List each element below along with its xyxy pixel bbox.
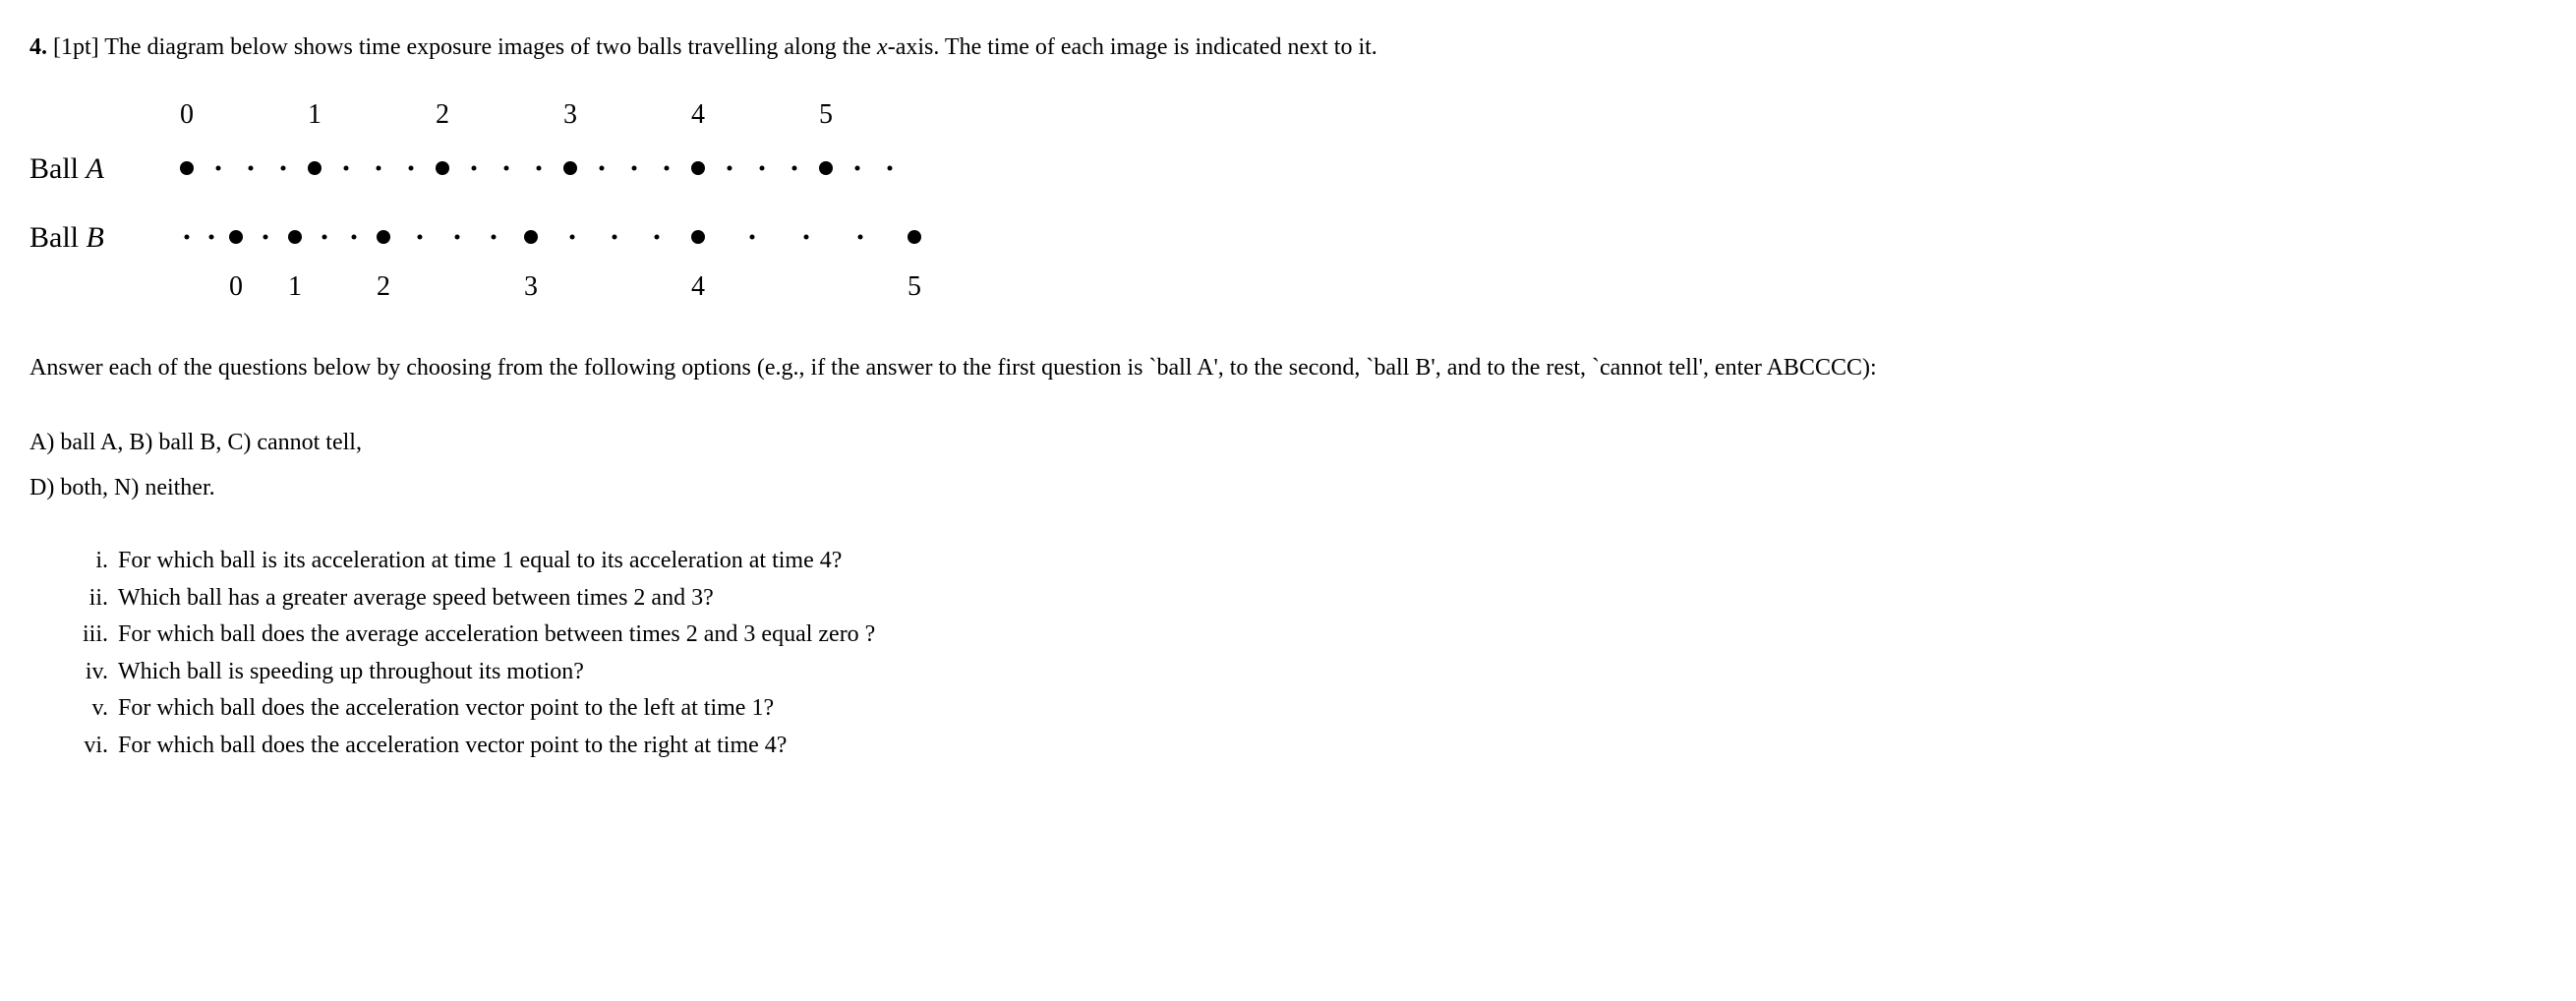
question-number: 4. [29,34,47,60]
ball-a-pos-4 [691,161,705,175]
time-label-a-3: 3 [563,94,577,136]
time-label-a-4: 4 [691,94,705,136]
question-item-3: iii. For which ball does the average acc… [59,618,2547,652]
small-dot [281,166,286,171]
small-dot [655,235,660,240]
small-dot [409,166,414,171]
small-dot [209,235,214,240]
small-dot [858,235,863,240]
small-dot [455,235,460,240]
small-dot [472,166,477,171]
roman-numeral: vi. [59,730,118,763]
small-dot [888,166,893,171]
options-line-1: A) ball A, B) ball B, C) cannot tell, [29,425,2547,460]
small-dot [728,166,732,171]
small-dot [760,166,765,171]
time-label-a-1: 1 [308,94,322,136]
small-dot [750,235,755,240]
question-text: For which ball does the average accelera… [118,618,2547,652]
small-dot [216,166,221,171]
small-dot [570,235,575,240]
small-dot [344,166,349,171]
time-label-b-5: 5 [907,266,921,306]
question-text: For which ball does the acceleration vec… [118,730,2547,763]
time-label-b-4: 4 [691,266,705,306]
question-text: For which ball does the acceleration vec… [118,692,2547,726]
ball-a-pos-0 [180,161,194,175]
ball-b-pos-3 [524,230,538,244]
time-label-b-0: 0 [229,266,243,306]
ball-a-pos-1 [308,161,322,175]
question-item-6: vi. For which ball does the acceleration… [59,730,2547,763]
ball-a-pos-3 [563,161,577,175]
question-header: 4. [1pt] The diagram below shows time ex… [29,29,2547,65]
ball-b-pos-0 [229,230,243,244]
roman-numeral: i. [59,545,118,578]
question-item-4: iv. Which ball is speeding up throughout… [59,656,2547,689]
small-dot [263,235,268,240]
roman-numeral: iv. [59,656,118,689]
ball-b-pos-2 [377,230,390,244]
time-labels-row-a: 0 1 2 3 4 5 [29,94,2547,144]
small-dot [855,166,860,171]
roman-numeral: ii. [59,582,118,616]
ball-b-label: Ball B [29,215,187,260]
question-points: [1pt] [53,34,99,60]
small-dot [185,235,190,240]
small-dot [249,166,254,171]
small-dot [804,235,809,240]
small-dot [352,235,357,240]
ball-a-row: Ball A [29,144,2547,193]
question-item-5: v. For which ball does the acceleration … [59,692,2547,726]
time-labels-b: 0 1 2 3 4 5 [187,266,2547,306]
small-dot [418,235,423,240]
motion-diagram: 0 1 2 3 4 5 Ball A [29,94,2547,311]
answer-options: A) ball A, B) ball B, C) cannot tell, D)… [29,425,2547,505]
question-text: For which ball is its acceleration at ti… [118,545,2547,578]
ball-a-pos-2 [436,161,449,175]
question-item-2: ii. Which ball has a greater average spe… [59,582,2547,616]
roman-numeral: v. [59,692,118,726]
x-axis-var: x [877,34,888,60]
questions-list: i. For which ball is its acceleration at… [59,545,2547,763]
small-dot [504,166,509,171]
time-label-a-5: 5 [819,94,833,136]
ball-b-pos-5 [907,230,921,244]
roman-numeral: iii. [59,618,118,652]
small-dot [377,166,381,171]
options-line-2: D) both, N) neither. [29,470,2547,505]
instructions-text: Answer each of the questions below by ch… [29,350,2547,385]
ball-b-pos-4 [691,230,705,244]
time-label-a-2: 2 [436,94,449,136]
ball-b-pos-1 [288,230,302,244]
time-label-b-3: 3 [524,266,538,306]
question-text: Which ball is speeding up throughout its… [118,656,2547,689]
small-dot [792,166,797,171]
small-dot [322,235,327,240]
question-text-2: -axis. The time of each image is indicat… [888,34,1377,60]
time-label-a-0: 0 [180,94,194,136]
small-dot [537,166,542,171]
small-dot [665,166,670,171]
question-item-1: i. For which ball is its acceleration at… [59,545,2547,578]
question-text-1: The diagram below shows time exposure im… [104,34,877,60]
time-label-b-2: 2 [377,266,390,306]
ball-a-label: Ball A [29,147,187,191]
time-label-b-1: 1 [288,266,302,306]
ball-b-row: Ball B [29,212,2547,262]
small-dot [613,235,617,240]
time-labels-a: 0 1 2 3 4 5 [187,94,2547,144]
ball-a-track [187,144,2547,193]
small-dot [632,166,637,171]
ball-b-track [187,212,2547,262]
ball-a-pos-5 [819,161,833,175]
question-text: Which ball has a greater average speed b… [118,582,2547,616]
time-labels-row-b: 0 1 2 3 4 5 [29,262,2547,311]
small-dot [600,166,605,171]
small-dot [492,235,497,240]
